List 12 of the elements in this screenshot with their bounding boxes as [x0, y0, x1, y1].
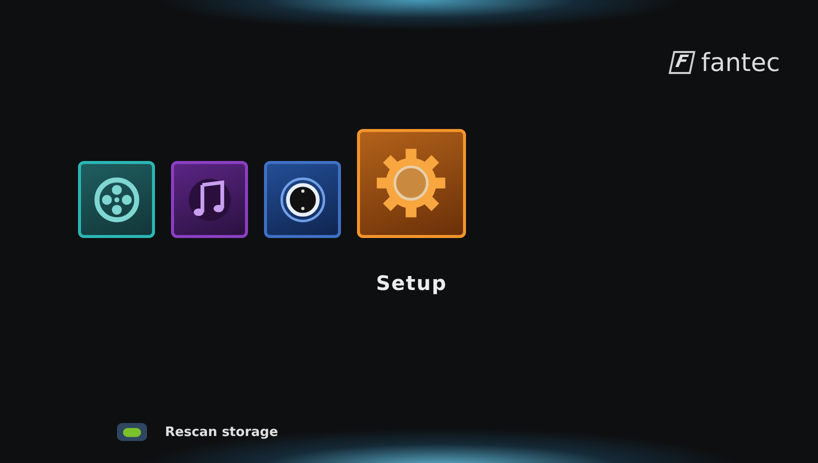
menu-title: Setup — [376, 270, 448, 297]
remote-key-icon — [117, 423, 147, 442]
film-reel-icon — [92, 174, 142, 224]
menu-tile[interactable] — [264, 161, 341, 238]
menu-tile[interactable] — [78, 161, 155, 238]
hint-label: Rescan storage — [165, 424, 278, 442]
logo-mark: F — [669, 51, 696, 74]
lens-icon — [278, 174, 328, 224]
gear-icon — [375, 147, 448, 220]
menu-tile[interactable] — [171, 161, 248, 238]
logo-wordmark: fantec — [701, 50, 780, 75]
menu-tile[interactable] — [357, 129, 466, 238]
